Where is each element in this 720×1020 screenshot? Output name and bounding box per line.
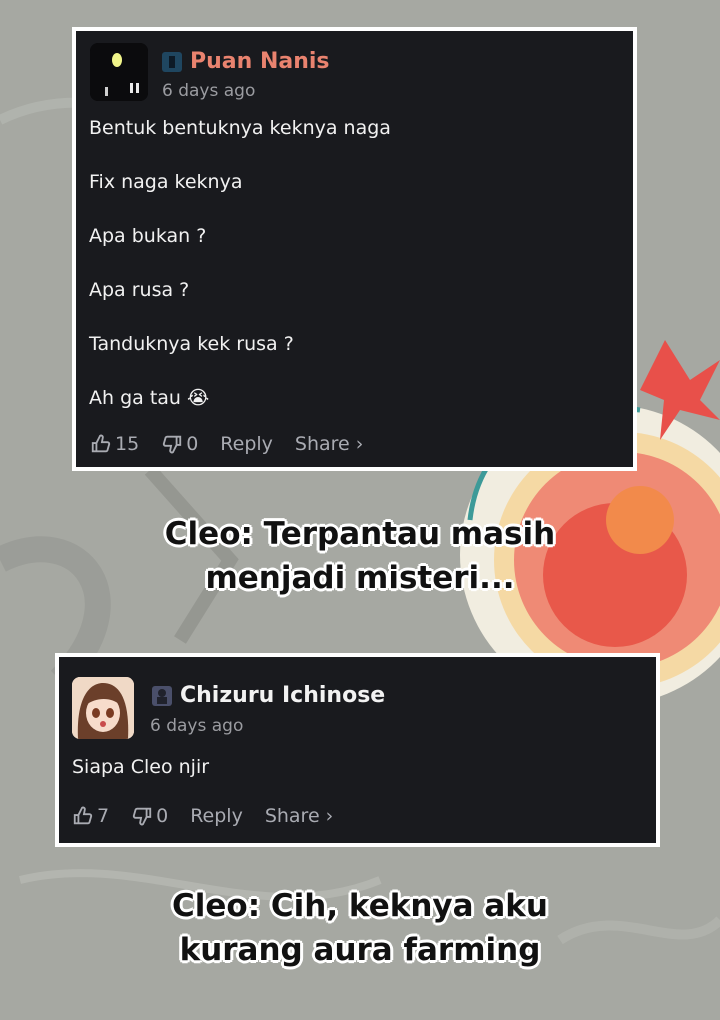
caption-text: Cleo: Terpantau masih menjadi misteri... bbox=[0, 512, 720, 600]
comment-line: Apa bukan ? bbox=[89, 225, 207, 247]
caption-2: Cleo: Cih, keknya aku kurang aura farmin… bbox=[172, 888, 548, 968]
dislike-count: 0 bbox=[186, 433, 199, 455]
reply-button[interactable]: Reply bbox=[220, 433, 273, 455]
like-button[interactable]: 15 bbox=[90, 433, 139, 455]
comment-line: Apa rusa ? bbox=[89, 279, 190, 301]
comment-actions: 15 0 Reply Share › bbox=[90, 433, 385, 455]
dislike-button[interactable]: 0 bbox=[161, 433, 198, 455]
share-button[interactable]: Share › bbox=[295, 433, 363, 455]
comment-card: Puan Nanis 6 days ago Bentuk bentuknya k… bbox=[72, 27, 637, 471]
timestamp: 6 days ago bbox=[150, 716, 244, 736]
thumbs-down-icon bbox=[132, 807, 152, 826]
thumbs-down-icon bbox=[163, 435, 182, 454]
dislike-count: 0 bbox=[156, 805, 169, 827]
share-button[interactable]: Share › bbox=[265, 805, 333, 827]
comment-actions: 7 0 Reply Share › bbox=[72, 805, 355, 827]
comment-line: Tanduknya kek rusa ? bbox=[89, 333, 294, 355]
avatar[interactable] bbox=[90, 43, 148, 101]
thumbs-up-icon bbox=[91, 434, 111, 453]
comment-line: Ah ga tau 😭 bbox=[89, 387, 210, 409]
comment-card: Chizuru Ichinose 6 days ago Siapa Cleo n… bbox=[55, 653, 660, 847]
timestamp: 6 days ago bbox=[162, 81, 256, 101]
user-badge-icon bbox=[152, 686, 172, 706]
caption-text: Cleo: Cih, keknya aku kurang aura farmin… bbox=[0, 884, 720, 972]
dislike-button[interactable]: 0 bbox=[131, 805, 168, 827]
comment-line: Bentuk bentuknya keknya naga bbox=[89, 117, 391, 139]
comment-line: Fix naga keknya bbox=[89, 171, 243, 193]
like-count: 15 bbox=[115, 433, 140, 455]
reply-button[interactable]: Reply bbox=[190, 805, 243, 827]
thumbs-up-icon bbox=[73, 806, 93, 825]
author-name[interactable]: Chizuru Ichinose bbox=[180, 683, 385, 708]
user-badge-icon bbox=[162, 52, 182, 72]
like-button[interactable]: 7 bbox=[72, 805, 109, 827]
avatar[interactable] bbox=[72, 677, 134, 739]
caption-1: Cleo: Terpantau masih menjadi misteri... bbox=[164, 516, 556, 596]
author-name[interactable]: Puan Nanis bbox=[190, 49, 330, 74]
comment-line: Siapa Cleo njir bbox=[72, 756, 210, 778]
like-count: 7 bbox=[97, 805, 110, 827]
